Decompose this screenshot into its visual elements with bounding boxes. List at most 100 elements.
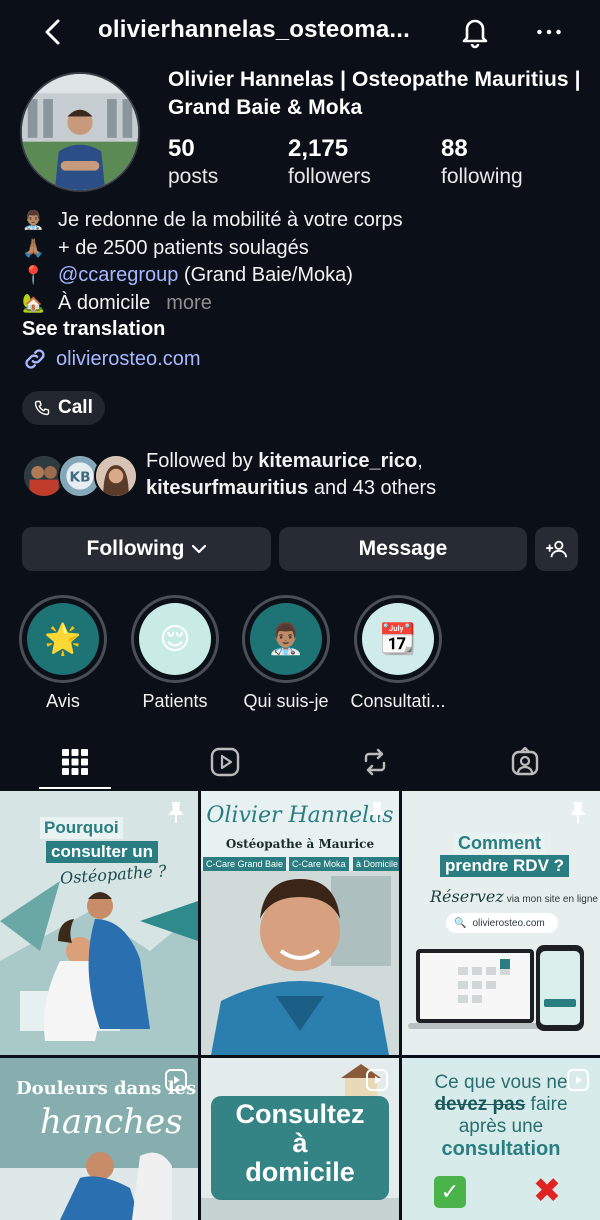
highlight-ring: 📆 [354, 595, 442, 683]
grid-icon[interactable] [25, 735, 125, 789]
bio-text: + de 2500 patients soulagés [58, 236, 309, 259]
stat-posts[interactable]: 50 posts [168, 134, 218, 190]
post-caption: Réservez via mon site en ligne [430, 887, 598, 906]
post-title-line: après une [458, 1116, 544, 1137]
suggest-user-button[interactable] [535, 527, 578, 571]
mutual-username[interactable]: kitemaurice_rico [258, 450, 417, 472]
reposts-icon[interactable] [325, 735, 425, 789]
post-search-pill: 🔍 olivierosteo.com [446, 913, 558, 933]
website-link[interactable]: olivierosteo.com [22, 346, 201, 372]
post-strike-text: devez pas [434, 1094, 526, 1115]
add-person-icon [545, 540, 567, 558]
post-tag: C-Care Moka [289, 857, 349, 871]
highlight-qui-suis-je[interactable]: 👨🏽‍⚕️ Qui suis-je [230, 595, 342, 712]
reel-icon [567, 1069, 589, 1091]
post-title-line: Pourquoi [40, 817, 123, 839]
post-tile[interactable]: Douleurs dans les hanches [0, 1058, 198, 1220]
post-script-text: hanches [40, 1102, 183, 1142]
pin-icon [571, 802, 585, 823]
post-tile[interactable]: Consultez à domicile [201, 1058, 399, 1220]
star-icon: 🌟 [27, 603, 99, 675]
highlight-label: Avis [46, 691, 80, 711]
call-button[interactable]: Call [22, 391, 105, 425]
profile-screen: olivierhannelas_osteoma... Olivier Hanne… [0, 0, 600, 1220]
doctor-emoji-icon: 👨🏽‍⚕️ [22, 210, 45, 230]
mutual-username[interactable]: kitesurfmauritius [146, 477, 308, 499]
highlight-label: Patients [142, 691, 208, 711]
followed-by-suffix: and 43 others [308, 477, 437, 499]
call-label: Call [58, 397, 93, 418]
svg-text:KB: KB [70, 469, 91, 485]
post-url: olivierosteo.com [472, 917, 545, 929]
following-label: Following [86, 537, 185, 560]
website-text: olivierosteo.com [56, 347, 201, 370]
highlight-label: Qui suis-je [243, 691, 329, 711]
post-tile[interactable]: Ce que vous ne devez pas faire après une… [402, 1058, 600, 1220]
post-title-line: Consultez [235, 1099, 365, 1129]
highlight-ring: 🌟 [19, 595, 107, 683]
following-button[interactable]: Following [22, 527, 271, 571]
bio-text: À domicile [58, 291, 151, 314]
message-label: Message [358, 537, 448, 560]
message-button[interactable]: Message [279, 527, 527, 571]
highlight-ring: 😌 [131, 595, 219, 683]
post-text: faire [525, 1094, 568, 1115]
post-title-line: Comment [454, 833, 546, 854]
followed-by-text[interactable]: Followed by kitemaurice_rico, kitesurfma… [146, 448, 586, 502]
relieved-face-icon: 😌 [139, 603, 211, 675]
bell-icon[interactable] [458, 14, 492, 50]
bio-more-link[interactable]: more [166, 290, 212, 318]
post-title-line: consultation [441, 1138, 561, 1160]
post-subtitle: Ostéopathe à Maurice [225, 837, 375, 851]
stat-posts-label: posts [168, 165, 219, 188]
story-highlights: 🌟 Avis 😌 Patients 👨🏽‍⚕️ Qui suis-je 📆 Co… [0, 595, 600, 715]
post-script-text: Réservez [430, 887, 504, 906]
highlight-ring: 👨🏽‍⚕️ [242, 595, 330, 683]
tagged-icon[interactable] [475, 735, 575, 789]
bio-line: 🏡 À domicile more [22, 290, 582, 318]
post-title-line: à [292, 1128, 308, 1158]
stat-followers-value: 2,175 [288, 135, 349, 162]
post-tile[interactable]: Comment prendre RDV ? Réservez via mon s… [402, 791, 600, 1055]
post-title-line: consulter un [46, 841, 159, 863]
stat-posts-value: 50 [168, 135, 195, 162]
pin-icon [370, 802, 384, 823]
post-title-line: devez pas faire [402, 1094, 600, 1115]
post-tile[interactable]: Olivier Hannelas Ostéopathe à Maurice C-… [201, 791, 399, 1055]
house-emoji-icon: 🏡 [22, 292, 45, 313]
bio-text: (Grand Baie/Moka) [178, 264, 353, 286]
bio-text: Je redonne de la mobilité à votre corps [58, 209, 403, 231]
pin-icon [169, 802, 183, 823]
search-icon: 🔍 [454, 917, 467, 929]
highlight-patients[interactable]: 😌 Patients [119, 595, 231, 712]
highlight-label: Consultati... [350, 691, 446, 711]
stat-followers-label: followers [288, 165, 371, 188]
post-tile[interactable]: Pourquoi consulter un Ostéopathe ? [0, 791, 198, 1055]
reels-icon[interactable] [175, 735, 275, 789]
highlight-avis[interactable]: 🌟 Avis [7, 595, 119, 712]
more-options-icon[interactable] [532, 14, 566, 50]
followed-by-prefix: Followed by [146, 450, 259, 472]
back-arrow-icon[interactable] [38, 14, 68, 50]
separator: , [417, 450, 423, 472]
phone-icon [34, 400, 50, 416]
profile-avatar[interactable] [20, 72, 140, 192]
chevron-down-icon [192, 544, 207, 554]
stat-following[interactable]: 88 following [441, 134, 523, 190]
post-title-line: prendre RDV ? [440, 855, 570, 877]
profile-bio: 👨🏽‍⚕️ Je redonne de la mobilité à votre … [22, 207, 582, 317]
top-bar: olivierhannelas_osteoma... [0, 0, 600, 64]
mention-link[interactable]: @ccaregroup [58, 262, 178, 290]
check-mark-icon: ✓ [434, 1176, 466, 1208]
stat-following-label: following [441, 165, 523, 188]
highlight-consultation[interactable]: 📆 Consultati... [342, 595, 454, 712]
cross-mark-icon: ✖ [532, 1172, 562, 1210]
post-title-line: domicile [245, 1157, 355, 1187]
post-tag: à Domicile [353, 857, 399, 871]
profile-display-name: Olivier Hannelas | Osteopathe Mauritius … [168, 68, 581, 119]
profile-username: olivierhannelas_osteoma... [98, 16, 410, 43]
stat-followers[interactable]: 2,175 followers [288, 134, 371, 190]
mutual-followers-avatars[interactable]: KB [22, 454, 138, 498]
calendar-icon: 📆 [362, 603, 434, 675]
see-translation-link[interactable]: See translation [22, 318, 165, 341]
